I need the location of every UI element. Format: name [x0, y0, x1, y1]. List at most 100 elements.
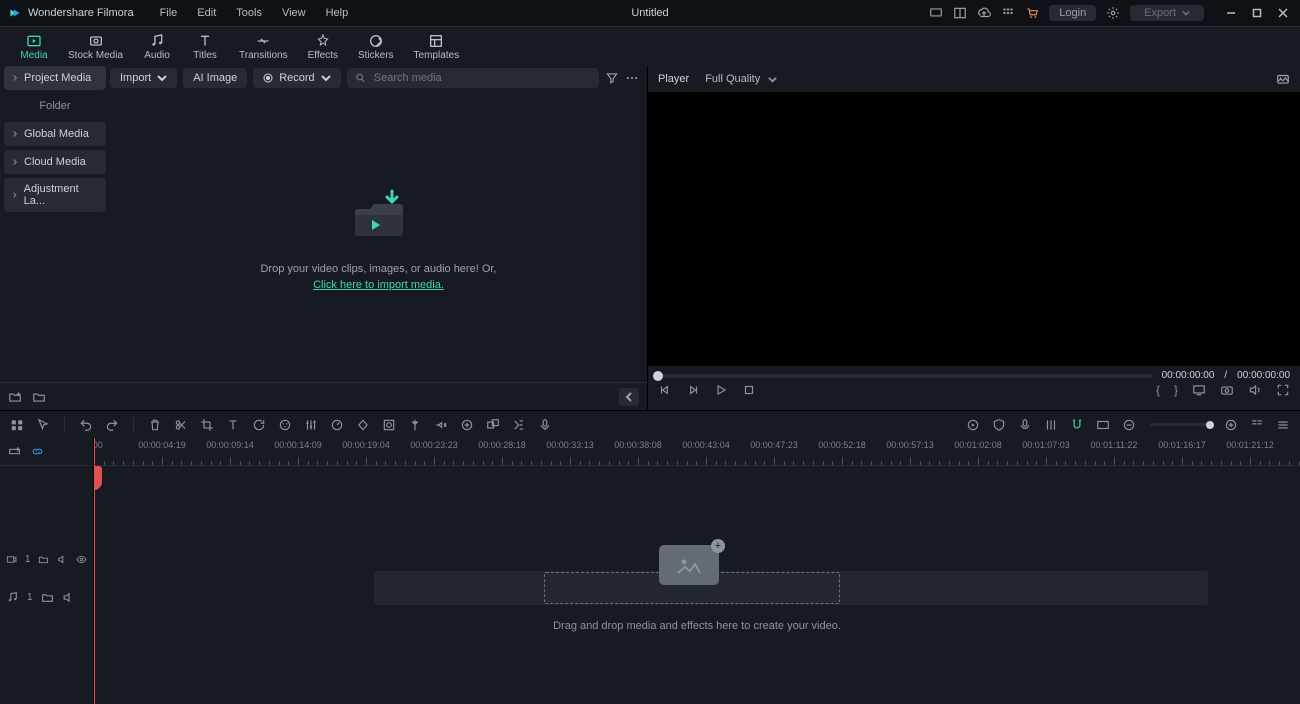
menu-view[interactable]: View — [274, 5, 314, 21]
window-close-button[interactable] — [1274, 4, 1292, 22]
play-button[interactable] — [714, 383, 728, 397]
more-icon[interactable] — [625, 71, 639, 85]
playback-quality-dropdown[interactable]: Full Quality — [705, 73, 777, 85]
mute-icon[interactable] — [62, 591, 75, 604]
crop-button[interactable] — [200, 418, 214, 432]
redo-button[interactable] — [105, 418, 119, 432]
new-folder-icon[interactable] — [8, 390, 22, 404]
collapse-sidebar-button[interactable] — [619, 388, 639, 406]
add-media-placeholder[interactable]: + — [659, 545, 719, 585]
playhead[interactable] — [94, 438, 95, 704]
media-drop-area[interactable]: Drop your video clips, images, or audio … — [110, 92, 647, 382]
tab-titles[interactable]: Titles — [181, 31, 229, 63]
settings-gear-icon[interactable] — [1106, 6, 1120, 20]
group-icon[interactable] — [486, 418, 500, 432]
timeline-body[interactable]: 0:0000:00:04:1900:00:09:1400:00:14:0900:… — [94, 438, 1300, 704]
zoom-fit-button[interactable] — [1250, 418, 1264, 432]
tab-media[interactable]: Media — [10, 31, 58, 63]
player-display-button[interactable] — [1192, 383, 1206, 397]
volume-button[interactable] — [1248, 383, 1262, 397]
stop-button[interactable] — [742, 383, 756, 397]
delete-button[interactable] — [148, 418, 162, 432]
sidebar-item-project-media[interactable]: Project Media — [4, 66, 106, 90]
folder-icon[interactable] — [32, 390, 46, 404]
layout-icon[interactable] — [953, 6, 967, 20]
mute-icon[interactable] — [57, 553, 68, 566]
apps-icon[interactable] — [1001, 6, 1015, 20]
sidebar-item-adjustment-layer[interactable]: Adjustment La... — [4, 178, 106, 212]
sidebar-item-folder[interactable]: Folder — [4, 94, 106, 118]
fullscreen-button[interactable] — [1276, 383, 1290, 397]
aspect-ratio-icon[interactable] — [1096, 418, 1110, 432]
audio-track-header[interactable]: 1 — [0, 578, 93, 616]
select-tool-icon[interactable] — [36, 418, 50, 432]
menu-help[interactable]: Help — [318, 5, 357, 21]
prev-frame-button[interactable] — [658, 383, 672, 397]
add-track-icon[interactable] — [8, 445, 21, 458]
window-maximize-button[interactable] — [1248, 4, 1266, 22]
record-voiceover-icon[interactable] — [538, 418, 552, 432]
chroma-key-icon[interactable] — [460, 418, 474, 432]
link-tracks-icon[interactable] — [31, 445, 44, 458]
zoom-slider[interactable] — [1150, 423, 1210, 426]
video-track-header[interactable]: 1 — [0, 540, 93, 578]
filter-icon[interactable] — [605, 71, 619, 85]
snap-toggle-icon[interactable] — [1070, 418, 1084, 432]
render-preview-icon[interactable] — [966, 418, 980, 432]
menu-edit[interactable]: Edit — [189, 5, 224, 21]
folder-small-icon[interactable] — [41, 591, 54, 604]
keyframe-icon[interactable] — [356, 418, 370, 432]
timeline-menu-icon[interactable] — [1276, 418, 1290, 432]
rotate-icon[interactable] — [252, 418, 266, 432]
tab-stock-media[interactable]: Stock Media — [58, 31, 133, 63]
mixer-icon[interactable] — [1044, 418, 1058, 432]
ai-image-button[interactable]: AI Image — [183, 68, 247, 88]
cart-icon[interactable] — [1025, 6, 1039, 20]
tab-audio[interactable]: Audio — [133, 31, 181, 63]
cloud-upload-icon[interactable] — [977, 6, 991, 20]
marker-icon[interactable] — [408, 418, 422, 432]
window-minimize-button[interactable] — [1222, 4, 1240, 22]
mark-in-button[interactable]: { — [1156, 383, 1160, 397]
preview-canvas[interactable] — [648, 92, 1300, 366]
undo-button[interactable] — [79, 418, 93, 432]
timeline-ruler[interactable]: 0:0000:00:04:1900:00:09:1400:00:14:0900:… — [94, 438, 1300, 466]
split-button[interactable] — [174, 418, 188, 432]
sidebar-item-global-media[interactable]: Global Media — [4, 122, 106, 146]
speed-icon[interactable] — [330, 418, 344, 432]
mask-icon[interactable] — [382, 418, 396, 432]
camera-icon[interactable] — [1220, 383, 1234, 397]
snapshot-icon[interactable] — [1276, 72, 1290, 86]
zoom-in-button[interactable] — [1224, 418, 1238, 432]
chevron-down-icon — [768, 75, 777, 84]
tab-stickers[interactable]: Stickers — [348, 31, 404, 63]
mic-icon[interactable] — [1018, 418, 1032, 432]
timeline-drop-area[interactable]: + Drag and drop media and effects here t… — [94, 466, 1300, 616]
seek-slider[interactable] — [658, 374, 1152, 378]
record-button[interactable]: Record — [253, 68, 340, 88]
audio-detach-icon[interactable] — [434, 418, 448, 432]
import-button[interactable]: Import — [110, 68, 177, 88]
text-tool-icon[interactable] — [226, 418, 240, 432]
login-button[interactable]: Login — [1049, 5, 1096, 21]
search-input[interactable] — [372, 71, 591, 85]
folder-small-icon[interactable] — [38, 553, 49, 566]
color-icon[interactable] — [278, 418, 292, 432]
visibility-icon[interactable] — [76, 553, 87, 566]
sidebar-item-cloud-media[interactable]: Cloud Media — [4, 150, 106, 174]
menu-file[interactable]: File — [152, 5, 186, 21]
adjust-icon[interactable] — [304, 418, 318, 432]
tab-effects[interactable]: Effects — [298, 31, 348, 63]
shield-icon[interactable] — [992, 418, 1006, 432]
effect-fx-icon[interactable] — [512, 418, 526, 432]
import-media-link[interactable]: Click here to import media. — [313, 279, 444, 291]
export-button[interactable]: Export — [1130, 5, 1204, 21]
mark-out-button[interactable]: } — [1174, 383, 1178, 397]
screen-icon[interactable] — [929, 6, 943, 20]
next-frame-button[interactable] — [686, 383, 700, 397]
tab-templates[interactable]: Templates — [404, 31, 470, 63]
zoom-out-button[interactable] — [1122, 418, 1136, 432]
tab-transitions[interactable]: Transitions — [229, 31, 298, 63]
timeline-view-icon[interactable] — [10, 418, 24, 432]
menu-tools[interactable]: Tools — [228, 5, 270, 21]
